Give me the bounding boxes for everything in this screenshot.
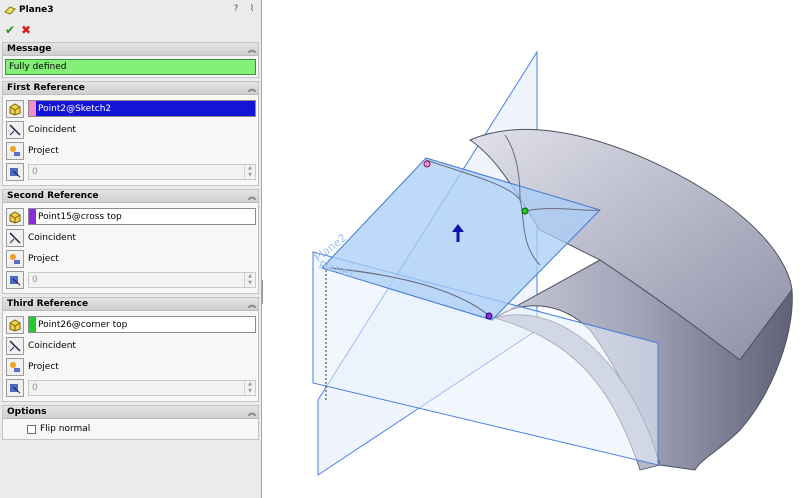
- offset-icon[interactable]: [6, 162, 24, 181]
- offset-icon[interactable]: [6, 270, 24, 289]
- model-viewport[interactable]: Plane2 Plane1: [263, 0, 800, 498]
- cancel-button[interactable]: ✖: [20, 24, 32, 36]
- offset-icon[interactable]: [6, 378, 24, 397]
- first-reference-heading: First Reference: [7, 83, 85, 93]
- coincident-label: Coincident: [28, 124, 76, 135]
- first-reference-group: First Reference ︽ Point2@Sketch2 Coincid…: [2, 81, 259, 186]
- offset-spinbox[interactable]: 0 ▲ ▼: [28, 379, 256, 396]
- graphics-area[interactable]: Plane2 Plane1: [263, 0, 800, 498]
- point15-marker[interactable]: [521, 207, 529, 215]
- flip-normal-label: Flip normal: [40, 424, 91, 434]
- point2-marker[interactable]: [423, 160, 431, 168]
- action-row: ✔ ✖: [0, 20, 261, 39]
- project-label: Project: [28, 253, 59, 264]
- message-group: Message ︽ Fully defined: [2, 42, 259, 78]
- selection-text: Point2@Sketch2: [38, 103, 112, 114]
- options-heading: Options: [7, 407, 47, 417]
- collapse-icon[interactable]: ︽: [248, 191, 256, 202]
- color-swatch: [29, 209, 36, 224]
- property-manager-panel: Plane3 ? ⌇ ✔ ✖ Message ︽ Fully defined F…: [0, 0, 262, 498]
- status-message: Fully defined: [5, 59, 256, 75]
- spin-arrows[interactable]: ▲ ▼: [244, 272, 255, 287]
- reference-cube-icon[interactable]: [6, 99, 24, 118]
- collapse-icon[interactable]: ︽: [248, 83, 256, 94]
- color-swatch: [29, 317, 36, 332]
- offset-spinbox[interactable]: 0 ▲ ▼: [28, 271, 256, 288]
- project-icon[interactable]: [6, 357, 24, 376]
- options-header[interactable]: Options ︽: [3, 406, 258, 419]
- coincident-icon[interactable]: [6, 336, 24, 355]
- panel-title: Plane3: [19, 5, 54, 15]
- second-reference-header[interactable]: Second Reference ︽: [3, 190, 258, 203]
- message-group-header[interactable]: Message ︽: [3, 43, 258, 56]
- panel-titlebar: Plane3 ? ⌇: [0, 0, 261, 20]
- project-icon[interactable]: [6, 249, 24, 268]
- reference-cube-icon[interactable]: [6, 207, 24, 226]
- offset-value: 0: [32, 274, 38, 285]
- second-reference-group: Second Reference ︽ Point15@cross top Coi…: [2, 189, 259, 294]
- plane-icon: [4, 6, 16, 15]
- first-reference-selection[interactable]: Point2@Sketch2: [28, 100, 256, 117]
- ok-button[interactable]: ✔: [4, 24, 16, 36]
- project-icon[interactable]: [6, 141, 24, 160]
- collapse-icon[interactable]: ︽: [248, 44, 256, 55]
- collapse-icon[interactable]: ︽: [248, 407, 256, 418]
- spin-arrows[interactable]: ▲ ▼: [244, 380, 255, 395]
- third-reference-heading: Third Reference: [7, 299, 89, 309]
- project-label: Project: [28, 145, 59, 156]
- offset-value: 0: [32, 382, 38, 393]
- selection-text: Point15@cross top: [38, 211, 122, 222]
- third-reference-group: Third Reference ︽ Point26@corner top Coi…: [2, 297, 259, 402]
- first-reference-header[interactable]: First Reference ︽: [3, 82, 258, 95]
- help-icon[interactable]: ?: [229, 4, 243, 16]
- message-heading: Message: [7, 44, 52, 54]
- color-swatch: [29, 101, 36, 116]
- coincident-label: Coincident: [28, 232, 76, 243]
- coincident-icon[interactable]: [6, 228, 24, 247]
- flip-normal-checkbox[interactable]: [27, 424, 36, 434]
- coincident-label: Coincident: [28, 340, 76, 351]
- collapse-icon[interactable]: ︽: [248, 299, 256, 310]
- offset-value: 0: [32, 166, 38, 177]
- reference-cube-icon[interactable]: [6, 315, 24, 334]
- third-reference-selection[interactable]: Point26@corner top: [28, 316, 256, 333]
- second-reference-heading: Second Reference: [7, 191, 99, 201]
- coincident-icon[interactable]: [6, 120, 24, 139]
- selection-text: Point26@corner top: [38, 319, 128, 330]
- offset-spinbox[interactable]: 0 ▲ ▼: [28, 163, 256, 180]
- second-reference-selection[interactable]: Point15@cross top: [28, 208, 256, 225]
- point26-marker[interactable]: [485, 312, 493, 320]
- spin-arrows[interactable]: ▲ ▼: [244, 164, 255, 179]
- options-group: Options ︽ Flip normal: [2, 405, 259, 440]
- third-reference-header[interactable]: Third Reference ︽: [3, 298, 258, 311]
- pin-icon[interactable]: ⌇: [245, 4, 259, 16]
- project-label: Project: [28, 361, 59, 372]
